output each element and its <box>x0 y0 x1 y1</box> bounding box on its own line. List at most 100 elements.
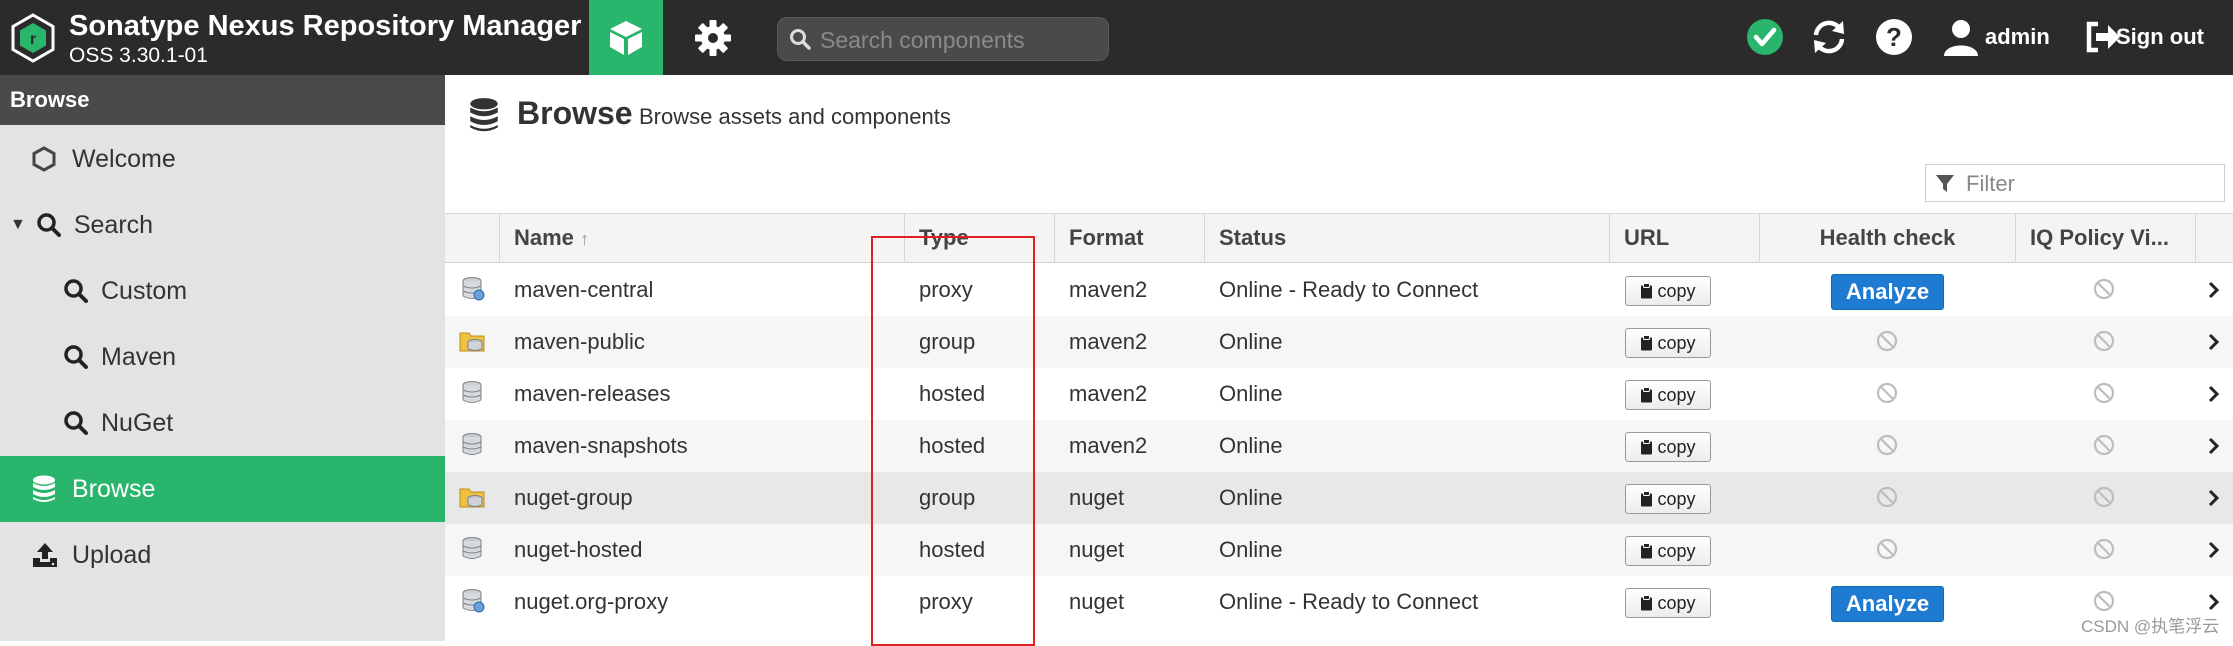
column-header-format[interactable]: Format <box>1054 214 1204 262</box>
not-available-icon <box>2093 330 2115 357</box>
column-header-type[interactable]: Type <box>904 214 1054 262</box>
copy-label: copy <box>1657 540 1696 561</box>
sidebar-item-custom[interactable]: Custom <box>0 258 445 324</box>
table-row[interactable]: nuget-hosted hosted nuget Online copy <box>445 524 2233 576</box>
repo-format: maven2 <box>1069 433 1148 458</box>
clipboard-icon <box>1641 439 1653 455</box>
chevron-right-icon[interactable] <box>2207 592 2221 612</box>
copy-label: copy <box>1657 436 1696 457</box>
table-row[interactable]: maven-central proxy maven2 Online - Ready t… <box>445 264 2233 316</box>
column-header-iq-policy[interactable]: IQ Policy Vi... <box>2015 214 2195 262</box>
copy-label: copy <box>1657 332 1696 353</box>
chevron-right-icon[interactable] <box>2207 436 2221 456</box>
copy-url-button[interactable]: copy <box>1625 276 1711 306</box>
column-header-health-check[interactable]: Health check <box>1759 214 2015 262</box>
copy-url-button[interactable]: copy <box>1625 328 1711 358</box>
clipboard-icon <box>1641 543 1653 559</box>
repo-type: proxy <box>919 277 973 302</box>
search-input[interactable] <box>818 24 1102 56</box>
repo-type: group <box>919 485 976 510</box>
table-row[interactable]: maven-releases hosted maven2 Online copy <box>445 368 2233 420</box>
not-available-icon <box>2093 278 2115 305</box>
system-status-icon[interactable] <box>1744 16 1786 58</box>
hosted-repo-icon <box>462 381 482 403</box>
search-icon <box>64 411 88 435</box>
nav-browse-button[interactable] <box>589 0 663 75</box>
repo-status: Online <box>1219 485 1283 510</box>
sidebar-item-label: Search <box>73 210 154 239</box>
caret-down-icon[interactable]: ▼ <box>10 216 26 234</box>
copy-label: copy <box>1657 592 1696 613</box>
column-header-name[interactable]: Name ↑ <box>499 214 899 262</box>
not-available-icon <box>1876 434 1898 461</box>
table-row[interactable]: maven-snapshots hosted maven2 Online copy <box>445 420 2233 472</box>
sidebar-item-nuget[interactable]: NuGet <box>0 390 445 456</box>
repo-status: Online - Ready to Connect <box>1219 277 1479 302</box>
main-content: Browse Browse assets and components Name… <box>445 75 2233 646</box>
not-available-icon <box>2093 486 2115 513</box>
page-title: Browse <box>517 95 633 131</box>
sidebar-item-label: Custom <box>101 276 188 305</box>
not-available-icon <box>2093 538 2115 565</box>
search-icon <box>64 279 88 303</box>
repo-type: proxy <box>919 589 973 614</box>
gear-icon <box>695 19 731 56</box>
sidebar-item-search[interactable]: ▼ Search <box>0 192 445 258</box>
nav-administration-button[interactable] <box>676 0 750 75</box>
sidebar-item-label: Upload <box>72 540 152 569</box>
repo-status: Online <box>1219 381 1283 406</box>
sidebar-item-browse[interactable]: Browse <box>0 456 445 522</box>
repo-format: nuget <box>1069 485 1125 510</box>
column-header-url[interactable]: URL <box>1609 214 1759 262</box>
sidebar-item-welcome[interactable]: Welcome <box>0 126 445 192</box>
analyze-button[interactable]: Analyze <box>1831 586 1944 622</box>
repo-name: maven-central <box>514 277 654 302</box>
repo-type: hosted <box>919 381 986 406</box>
user-name[interactable]: admin <box>1985 24 2050 50</box>
database-icon <box>33 475 55 502</box>
clipboard-icon <box>1641 387 1653 403</box>
sidebar-item-upload[interactable]: Upload <box>0 522 445 588</box>
search-icon <box>37 213 61 237</box>
user-icon[interactable] <box>1940 16 1982 58</box>
filter-icon <box>1936 175 1954 192</box>
repo-name: maven-releases <box>514 381 671 406</box>
copy-url-button[interactable]: copy <box>1625 484 1711 514</box>
table-row[interactable]: nuget-group group nuget Online copy <box>445 472 2233 524</box>
chevron-right-icon[interactable] <box>2207 280 2221 300</box>
sidebar-item-maven[interactable]: Maven <box>0 324 445 390</box>
copy-url-button[interactable]: copy <box>1625 536 1711 566</box>
repo-format: nuget <box>1069 589 1125 614</box>
chevron-right-icon[interactable] <box>2207 540 2221 560</box>
analyze-button[interactable]: Analyze <box>1831 274 1944 310</box>
repo-name: nuget-hosted <box>514 537 643 562</box>
hexagon-icon <box>32 146 56 172</box>
copy-url-button[interactable]: copy <box>1625 432 1711 462</box>
group-repo-icon <box>459 332 485 352</box>
repo-type: hosted <box>919 537 986 562</box>
not-available-icon <box>1876 330 1898 357</box>
filter-field[interactable] <box>1925 164 2225 202</box>
chevron-right-icon[interactable] <box>2207 332 2221 352</box>
nexus-logo-icon[interactable]: r <box>10 13 56 63</box>
copy-url-button[interactable]: copy <box>1625 380 1711 410</box>
proxy-repo-icon <box>462 589 485 613</box>
table-row[interactable]: maven-public group maven2 Online copy <box>445 316 2233 368</box>
copy-url-button[interactable]: copy <box>1625 588 1711 618</box>
sign-out-button[interactable]: Sign out <box>2116 24 2204 50</box>
repo-status: Online <box>1219 433 1283 458</box>
proxy-repo-icon <box>462 277 485 301</box>
table-row[interactable]: nuget.org-proxy proxy nuget Online - Ready … <box>445 576 2233 628</box>
refresh-icon[interactable] <box>1808 16 1850 58</box>
clipboard-icon <box>1641 491 1653 507</box>
chevron-right-icon[interactable] <box>2207 488 2221 508</box>
app-title: Sonatype Nexus Repository Manager <box>69 10 582 42</box>
component-search[interactable] <box>777 17 1109 61</box>
filter-input[interactable] <box>1964 169 2218 199</box>
sidebar-item-label: Welcome <box>72 144 176 173</box>
column-header-status[interactable]: Status <box>1204 214 1609 262</box>
chevron-right-icon[interactable] <box>2207 384 2221 404</box>
sort-ascending-icon: ↑ <box>580 229 590 249</box>
sidebar-item-label: Browse <box>72 474 156 503</box>
help-icon[interactable]: ? <box>1873 16 1915 58</box>
